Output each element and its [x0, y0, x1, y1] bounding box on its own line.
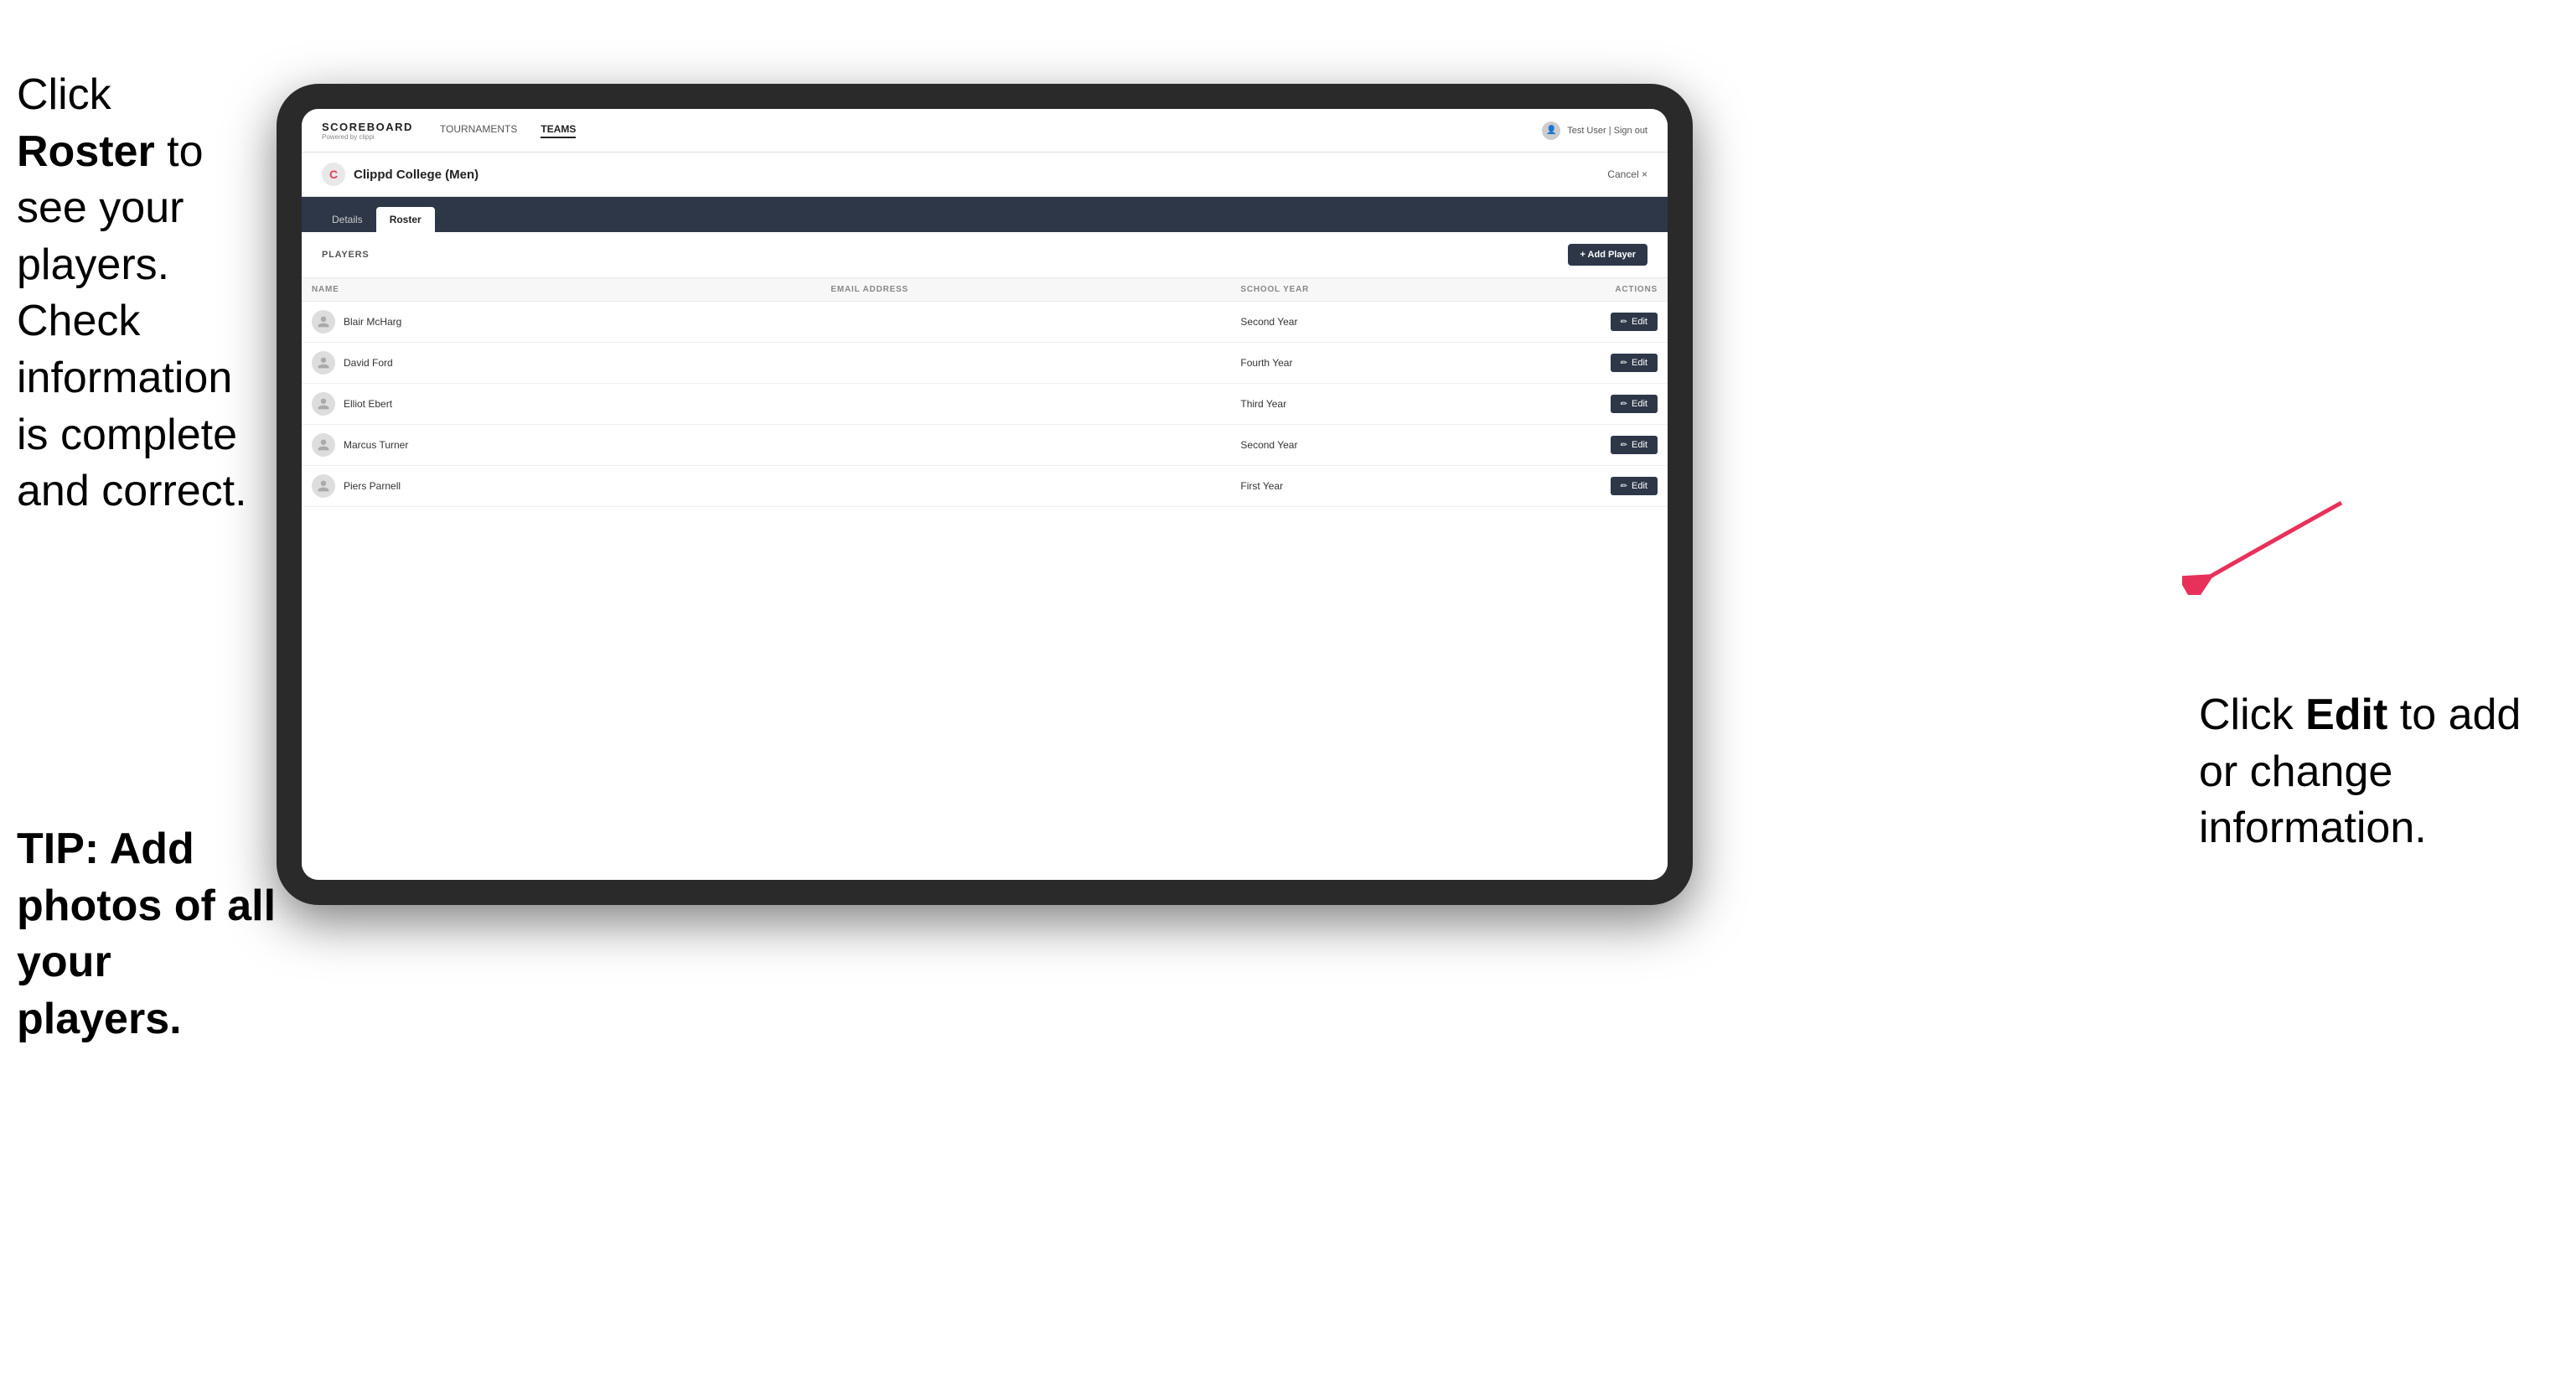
- nav-links: TOURNAMENTS TEAMS: [440, 123, 1542, 138]
- user-icon: 👤: [1542, 122, 1560, 140]
- tablet-screen: SCOREBOARD Powered by clippi TOURNAMENTS…: [302, 109, 1668, 880]
- edit-icon-2: ✏: [1621, 400, 1627, 409]
- tabs-bar: Details Roster: [302, 197, 1668, 232]
- table-header: NAME EMAIL ADDRESS SCHOOL YEAR ACTIONS: [302, 278, 1668, 302]
- player-name-0: Blair McHarg: [344, 316, 401, 328]
- team-logo: C: [322, 163, 345, 186]
- player-name-1: David Ford: [344, 357, 393, 369]
- app-logo-sub: Powered by clippi: [322, 133, 413, 141]
- nav-user-text: Test User | Sign out: [1567, 126, 1648, 136]
- players-header: PLAYERS + Add Player: [302, 232, 1668, 277]
- edit-button-0[interactable]: ✏ Edit: [1611, 313, 1658, 331]
- table-row: Elliot Ebert Third Year ✏ Edit: [302, 384, 1668, 425]
- col-email: EMAIL ADDRESS: [820, 278, 1230, 302]
- player-school-year-0: Second Year: [1230, 302, 1503, 343]
- player-name-cell-2: Elliot Ebert: [302, 384, 820, 425]
- player-school-year-4: First Year: [1230, 466, 1503, 507]
- players-label: PLAYERS: [322, 250, 370, 260]
- table-row: Marcus Turner Second Year ✏ Edit: [302, 425, 1668, 466]
- players-table: NAME EMAIL ADDRESS SCHOOL YEAR ACTIONS B…: [302, 277, 1668, 507]
- tab-roster[interactable]: Roster: [376, 207, 435, 232]
- team-header: C Clippd College (Men) Cancel ×: [302, 153, 1668, 197]
- player-name-3: Marcus Turner: [344, 439, 408, 451]
- player-avatar-0: [312, 310, 335, 334]
- player-name-cell-3: Marcus Turner: [302, 425, 820, 466]
- edit-button-2[interactable]: ✏ Edit: [1611, 395, 1658, 413]
- player-actions-1: ✏ Edit: [1503, 343, 1668, 384]
- player-avatar-2: [312, 392, 335, 416]
- edit-button-1[interactable]: ✏ Edit: [1611, 354, 1658, 372]
- edit-button-4[interactable]: ✏ Edit: [1611, 477, 1658, 495]
- col-name: NAME: [302, 278, 820, 302]
- player-actions-3: ✏ Edit: [1503, 425, 1668, 466]
- player-actions-0: ✏ Edit: [1503, 302, 1668, 343]
- player-school-year-2: Third Year: [1230, 384, 1503, 425]
- left-annotation: Click Roster to see your players. Check …: [17, 67, 260, 520]
- player-name-cell-0: Blair McHarg: [302, 302, 820, 343]
- player-email-3: [820, 425, 1230, 466]
- player-avatar-4: [312, 474, 335, 498]
- player-email-1: [820, 343, 1230, 384]
- table-row: Piers Parnell First Year ✏ Edit: [302, 466, 1668, 507]
- player-email-2: [820, 384, 1230, 425]
- add-player-button[interactable]: + Add Player: [1568, 244, 1648, 266]
- player-name-cell-4: Piers Parnell: [302, 466, 820, 507]
- tablet-device: SCOREBOARD Powered by clippi TOURNAMENTS…: [277, 84, 1693, 905]
- player-avatar-3: [312, 433, 335, 457]
- app-logo-title: SCOREBOARD: [322, 121, 413, 133]
- team-header-left: C Clippd College (Men): [322, 163, 478, 186]
- col-actions: ACTIONS: [1503, 278, 1668, 302]
- tab-details[interactable]: Details: [318, 207, 376, 232]
- main-content: PLAYERS + Add Player NAME EMAIL ADDRESS …: [302, 232, 1668, 880]
- edit-icon-3: ✏: [1621, 441, 1627, 450]
- team-name: Clippd College (Men): [354, 168, 478, 182]
- app-navbar: SCOREBOARD Powered by clippi TOURNAMENTS…: [302, 109, 1668, 153]
- player-name-cell-1: David Ford: [302, 343, 820, 384]
- player-name-4: Piers Parnell: [344, 480, 401, 492]
- player-email-4: [820, 466, 1230, 507]
- nav-tournaments[interactable]: TOURNAMENTS: [440, 123, 517, 138]
- player-actions-4: ✏ Edit: [1503, 466, 1668, 507]
- edit-button-3[interactable]: ✏ Edit: [1611, 436, 1658, 454]
- player-email-0: [820, 302, 1230, 343]
- player-avatar-1: [312, 351, 335, 375]
- nav-user-area: 👤 Test User | Sign out: [1542, 122, 1648, 140]
- edit-icon-4: ✏: [1621, 482, 1627, 491]
- players-tbody: Blair McHarg Second Year ✏ Edit David Fo…: [302, 302, 1668, 507]
- player-actions-2: ✏ Edit: [1503, 384, 1668, 425]
- app-logo: SCOREBOARD Powered by clippi: [322, 121, 413, 141]
- roster-bold: Roster: [17, 127, 155, 176]
- player-name-2: Elliot Ebert: [344, 398, 392, 410]
- player-school-year-1: Fourth Year: [1230, 343, 1503, 384]
- arrow-to-edit: [2182, 494, 2350, 595]
- player-school-year-3: Second Year: [1230, 425, 1503, 466]
- edit-icon-0: ✏: [1621, 318, 1627, 327]
- right-annotation: Click Edit to add or change information.: [2199, 687, 2551, 857]
- table-row: David Ford Fourth Year ✏ Edit: [302, 343, 1668, 384]
- tip-annotation: TIP: Add photos of all your players.: [17, 821, 277, 1047]
- edit-bold: Edit: [2305, 690, 2387, 739]
- table-row: Blair McHarg Second Year ✏ Edit: [302, 302, 1668, 343]
- col-school-year: SCHOOL YEAR: [1230, 278, 1503, 302]
- cancel-button[interactable]: Cancel ×: [1607, 168, 1648, 180]
- nav-teams[interactable]: TEAMS: [541, 123, 576, 138]
- edit-icon-1: ✏: [1621, 359, 1627, 368]
